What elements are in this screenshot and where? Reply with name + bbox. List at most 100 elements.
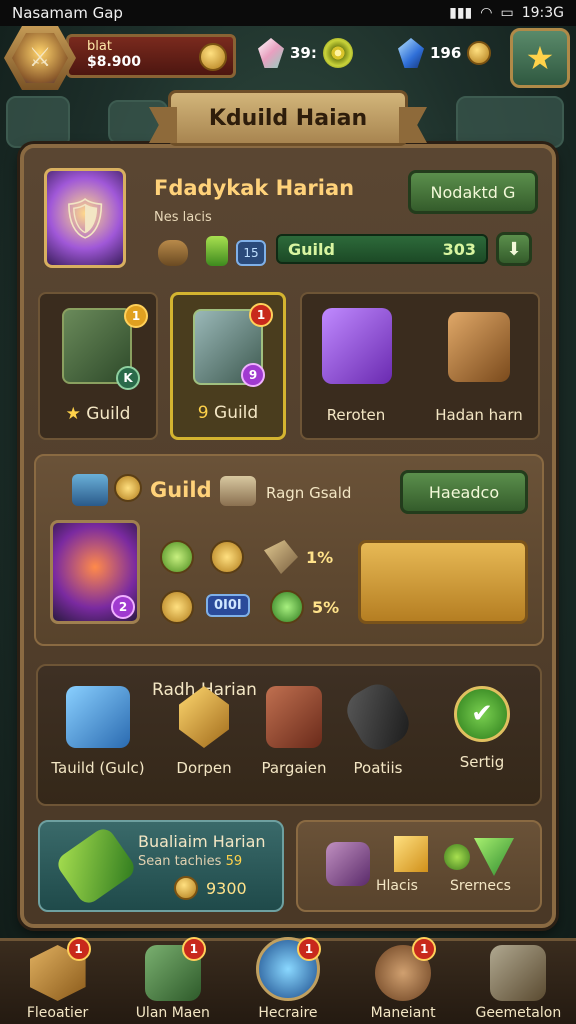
offer-subtitle-value: 59	[225, 854, 243, 869]
potion-icon	[326, 842, 370, 886]
nav-label: Maneiant	[370, 1005, 436, 1021]
status-time: 19:3G	[521, 5, 564, 21]
hero-face-icon: ⚔	[12, 33, 68, 83]
item-pargaien[interactable]: Pargaien	[246, 686, 342, 778]
relic-portrait[interactable]: 2	[50, 520, 140, 624]
hero-action-label: Nodaktd G	[430, 182, 516, 202]
banner-title: Kduild Haian	[208, 105, 368, 131]
coin-icon	[174, 876, 198, 900]
tab-label-reroten[interactable]: Reroten	[306, 406, 406, 424]
wifi-icon: ◠	[480, 5, 493, 21]
guild-panel: 🛡 Fdadykak Harian Nes lacis Nodaktd G 15…	[20, 144, 556, 928]
resource-crystal[interactable]: 39:	[258, 38, 353, 68]
scroll-icon	[220, 476, 256, 506]
tab-sub-badge-value: 9	[248, 368, 258, 382]
stat-item	[160, 540, 202, 574]
guild-bar-value: 303	[442, 239, 476, 259]
resource-crystal-value: 39:	[290, 44, 317, 62]
coin-icon	[467, 41, 492, 65]
stat-value: 5%	[312, 597, 340, 617]
nav-label: Hecraire	[258, 1005, 318, 1021]
gold-disc-icon	[114, 474, 142, 502]
cannon-icon	[339, 677, 417, 757]
hero-action-button[interactable]: Nodaktd G	[408, 170, 538, 214]
confirm-button[interactable]: ⬇	[496, 232, 532, 266]
tab-guild-1[interactable]: 1 K ★ Guild	[38, 292, 158, 440]
crystal-icon	[258, 38, 284, 68]
purple-crystal-icon[interactable]	[322, 308, 392, 384]
hero-portrait[interactable]: 🛡	[44, 168, 126, 268]
nav-geemetalon[interactable]: Geemetalon	[463, 941, 573, 1024]
tab-badge-value: 1	[256, 308, 266, 322]
nav-label: Fleoatier	[26, 1005, 89, 1021]
offer-price-value: 9300	[206, 878, 247, 898]
green-scroll-icon	[160, 540, 194, 574]
guild-action-button[interactable]: Haeadco	[400, 470, 528, 514]
signal-icon: ▮▮▮	[449, 5, 473, 21]
item-dorpen[interactable]: Dorpen	[156, 686, 252, 778]
tab-badge: 1	[249, 303, 273, 327]
stat-item: 1%	[264, 540, 333, 574]
nav-badge: 1	[66, 937, 91, 961]
blue-shield-icon	[179, 686, 229, 748]
guild-title-banner: Kduild Haian	[168, 90, 408, 146]
bundle-label-2: Srernecs	[450, 878, 511, 894]
item-label: Sertig	[459, 753, 505, 771]
stat-item: 5%	[270, 590, 339, 624]
tab-group-right: Reroten Hadan harn	[300, 292, 540, 440]
hero-icon: 🛡	[59, 195, 111, 242]
blue-flask-icon	[72, 474, 108, 506]
green-crystal-icon	[206, 236, 228, 266]
coin-icon	[199, 43, 227, 71]
nav-badge-value: 1	[304, 942, 314, 956]
stat-item	[160, 590, 202, 624]
stat-item: 0I0I	[206, 594, 250, 617]
claim-button[interactable]	[358, 540, 528, 624]
swirl-icon	[322, 38, 353, 68]
item-label: Poatiis	[353, 759, 403, 777]
item-tauild[interactable]: Tauild (Gulc)	[50, 686, 146, 778]
arrow-down-icon: ⬇	[506, 238, 522, 260]
tab-guild-2[interactable]: 1 9 9 Guild	[170, 292, 286, 440]
stat-value: 1%	[306, 547, 334, 567]
nav-label: Geemetalon	[475, 1005, 562, 1021]
tab-sub-badge-value: K	[123, 371, 133, 385]
ore-icon	[264, 540, 298, 574]
star-button[interactable]: ★	[510, 28, 570, 88]
check-icon: ✔	[454, 686, 510, 742]
item-label: Tauild (Gulc)	[51, 759, 145, 777]
background-tile	[456, 96, 564, 148]
resource-gem[interactable]: 196	[398, 38, 492, 68]
nav-fleoatier[interactable]: 1 Fleoatier	[3, 937, 113, 1024]
offer-price: 9300	[174, 876, 247, 900]
tab-label-text: Guild	[214, 403, 259, 423]
leather-armor-icon	[266, 686, 322, 748]
item-sertig[interactable]: ✔ Sertig	[434, 686, 530, 772]
blue-gem-icon	[398, 38, 424, 68]
offer-subtitle-text: Sean tachies	[138, 854, 222, 869]
player-avatar[interactable]: ⚔	[4, 26, 76, 90]
nav-badge: 1	[412, 937, 437, 961]
nav-badge-value: 1	[419, 942, 429, 956]
tab-label: 9 Guild	[173, 403, 283, 423]
helmet-icon[interactable]	[448, 312, 510, 382]
nav-maneiant[interactable]: 1 Maneiant	[348, 937, 458, 1024]
tab-sub-badge: 9	[241, 363, 265, 387]
tab-label: ★ Guild	[40, 404, 156, 424]
item-poatiis[interactable]: Poatiis	[330, 677, 426, 778]
bundle-label-1: Hlacis	[376, 878, 418, 894]
level-chip-value: 15	[243, 246, 259, 260]
star-icon: ★	[525, 39, 555, 77]
nav-ulan-maen[interactable]: 1 Ulan Maen	[118, 937, 228, 1024]
nav-hecraire[interactable]: 1 Hecraire	[233, 937, 343, 1024]
star-small-icon: ★	[65, 404, 81, 424]
player-info[interactable]: blat $8.900	[66, 34, 236, 78]
status-title: Nasamam Gap	[12, 4, 123, 22]
log-icon	[158, 240, 188, 266]
item-label: Dorpen	[176, 759, 232, 777]
battery-icon: ▭	[500, 5, 514, 21]
tab-sub-badge: K	[116, 366, 140, 390]
tab-label-hadan[interactable]: Hadan harn	[422, 406, 536, 424]
guild-bar-label: Guild	[288, 239, 335, 259]
guild-progress-bar: Guild 303	[276, 234, 488, 264]
